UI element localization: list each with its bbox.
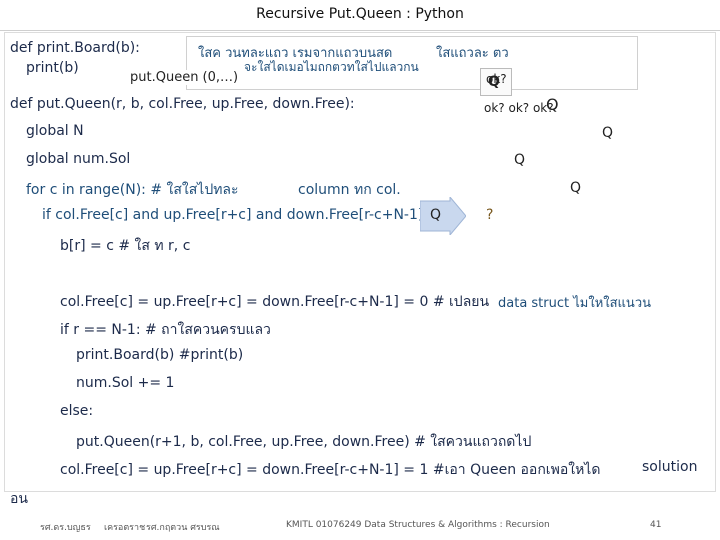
queen-marker-3: Q (602, 125, 614, 141)
code-line-printboard-call: print.Board(b) #print(b) (76, 347, 244, 363)
code-line-for: for c in range(N): # ใสใสไปทละ (26, 182, 239, 198)
page-number: 41 (650, 520, 662, 530)
queen-marker-5: Q (570, 180, 582, 196)
code-line-restore: col.Free[c] = up.Free[r+c] = down.Free[r… (60, 462, 601, 478)
ok-label-2: ok? ok? ok? (484, 101, 554, 115)
code-line-assign: b[r] = c # ใส ท r, c (60, 238, 191, 254)
code-line-recurse: put.Queen(r+1, b, col.Free, up.Free, dow… (76, 434, 532, 450)
code-line-numsol-inc: num.Sol += 1 (76, 375, 175, 391)
queen-question: ? (486, 207, 494, 223)
queen-marker-2: Q (546, 95, 559, 114)
code-line-else: else: (60, 403, 94, 419)
slide-title: Recursive Put.Queen : Python (256, 6, 464, 22)
annotation-no-attack: จะใสไดเมอไมถกตวทใสไปแลวกน (244, 60, 419, 74)
footer-author-3: รศ.กฤตวน ศรบรณ (146, 523, 220, 533)
code-line-global-n: global N (26, 123, 84, 139)
code-line-for-comment: column ทก col. (298, 182, 401, 198)
code-line-solution: solution (642, 459, 698, 475)
footer-author-1: รศ.ดร.บญธร (40, 523, 91, 533)
code-line-def-printboard: def print.Board(b): (10, 40, 140, 56)
code-line-mark-used: col.Free[c] = up.Free[r+c] = down.Free[r… (60, 294, 490, 310)
footer-course: KMITL 01076249 Data Structures & Algorit… (286, 520, 550, 530)
annotation-one-per-row: ใสแถวละ ตว (436, 46, 509, 61)
code-line-if-free: if col.Free[c] and up.Free[r+c] and down… (42, 207, 424, 223)
queen-marker-1: Q (488, 74, 500, 90)
code-line-global-numsol: global num.Sol (26, 151, 131, 167)
code-line-def-putqueen: def put.Queen(r, b, col.Free, up.Free, d… (10, 96, 355, 112)
queen-arrow-icon (420, 197, 466, 235)
queen-label: Q (430, 207, 442, 223)
annotation-data-struct: data struct ไมใหใสแนวน (498, 296, 652, 311)
code-line-if-last: if r == N-1: # ถาใสควนครบแลว (60, 322, 271, 338)
code-line-print: print(b) (26, 60, 79, 76)
queen-marker-4: Q (514, 152, 526, 168)
code-line-call: put.Queen (0,…) (130, 70, 239, 85)
footer-author-2: เครอตราช (104, 523, 146, 533)
code-line-continuation: อน (10, 491, 28, 507)
